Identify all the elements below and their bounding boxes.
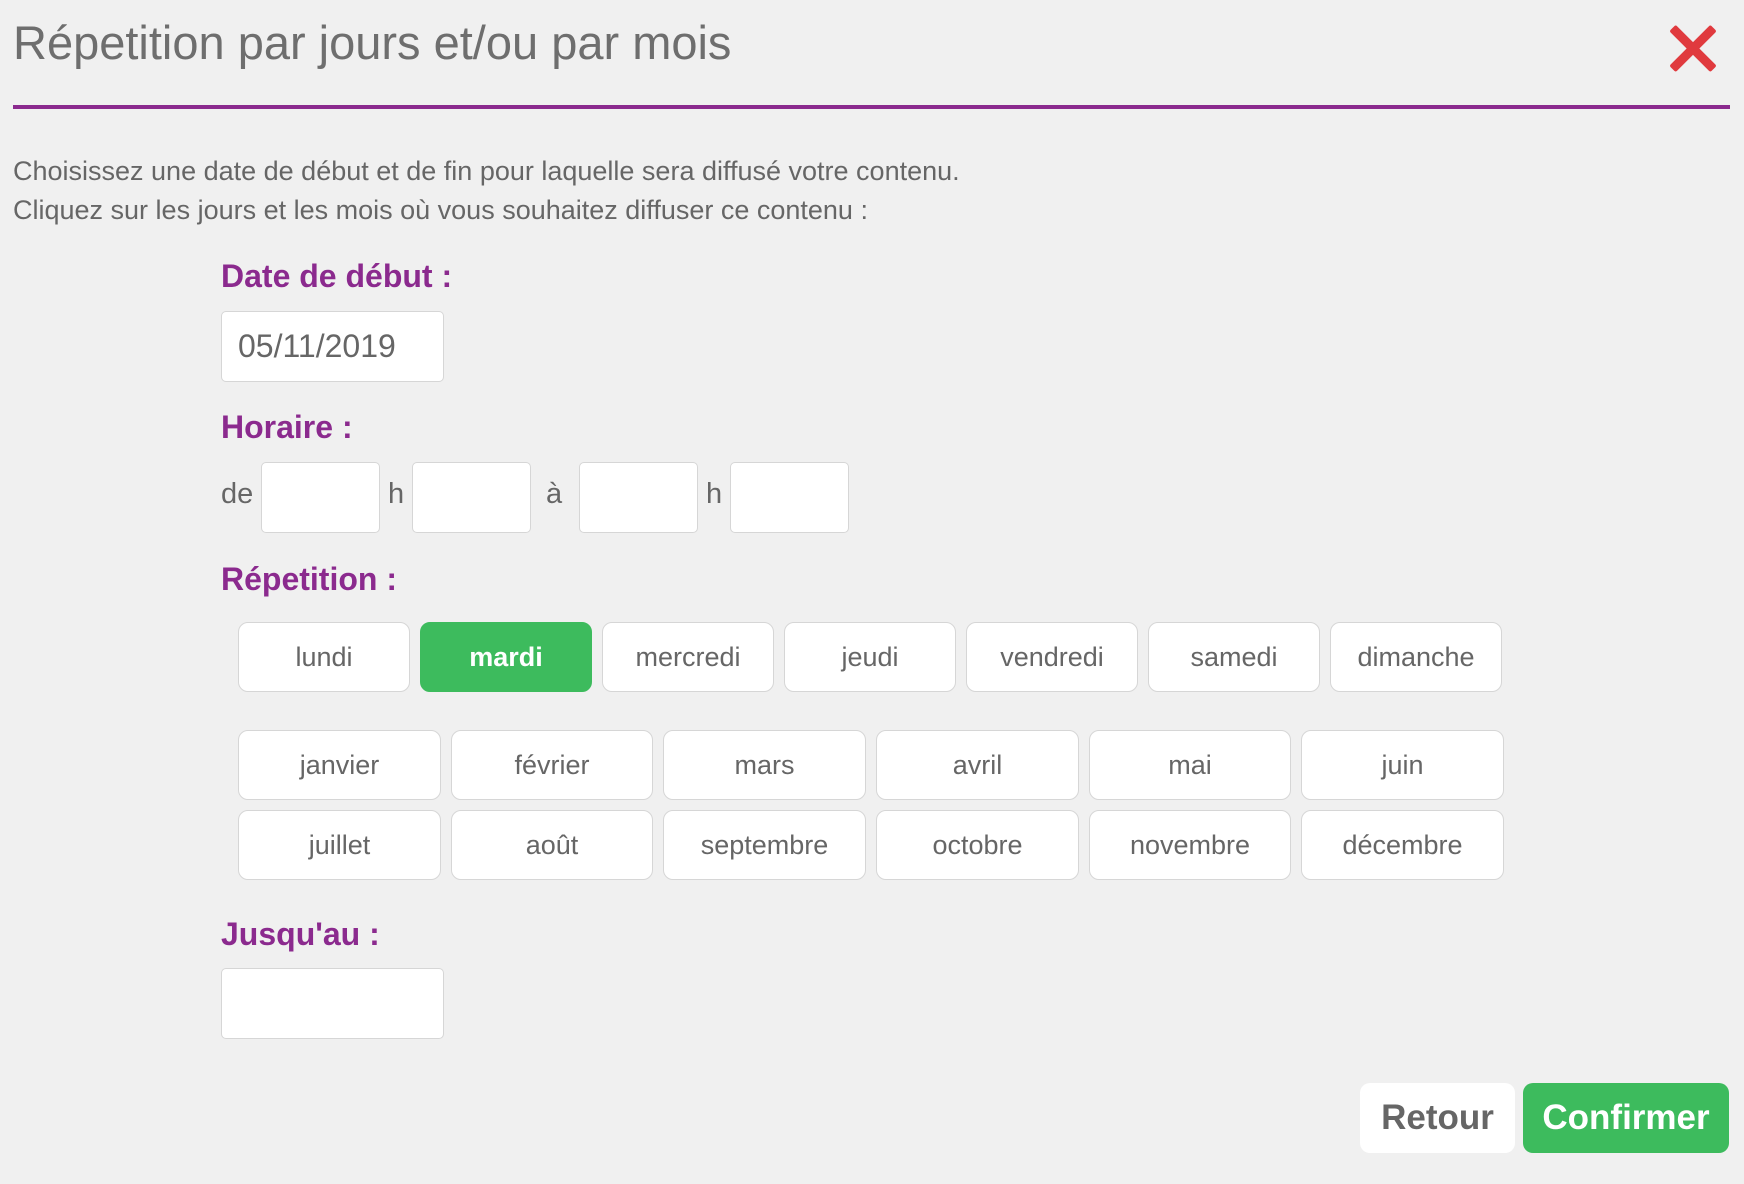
intro-line-1: Choisissez une date de début et de fin p…: [13, 156, 960, 186]
to-minute-input[interactable]: [730, 462, 849, 533]
schedule-hour-label-2: h: [706, 478, 723, 510]
repetition-label: Répetition :: [221, 561, 397, 597]
from-minute-input[interactable]: [412, 462, 531, 533]
day-chip[interactable]: lundi: [238, 622, 410, 692]
dialog-title: Répetition par jours et/ou par mois: [13, 16, 732, 69]
end-date-input[interactable]: [221, 968, 444, 1039]
day-chip[interactable]: dimanche: [1330, 622, 1502, 692]
day-chip[interactable]: mercredi: [602, 622, 774, 692]
title-divider: [13, 105, 1730, 109]
month-chip[interactable]: septembre: [663, 810, 866, 880]
schedule-label: Horaire :: [221, 409, 353, 445]
intro-text: Choisissez une date de début et de fin p…: [13, 152, 960, 230]
intro-line-2: Cliquez sur les jours et les mois où vou…: [13, 195, 868, 225]
month-chip[interactable]: novembre: [1089, 810, 1291, 880]
month-chip[interactable]: juillet: [238, 810, 441, 880]
day-chip[interactable]: jeudi: [784, 622, 956, 692]
schedule-to-label: à: [546, 478, 563, 510]
month-chip[interactable]: octobre: [876, 810, 1079, 880]
from-hour-input[interactable]: [261, 462, 380, 533]
month-chip[interactable]: décembre: [1301, 810, 1504, 880]
month-chip[interactable]: février: [451, 730, 653, 800]
month-chip[interactable]: juin: [1301, 730, 1504, 800]
start-date-label: Date de début :: [221, 258, 453, 294]
repetition-dialog: Répetition par jours et/ou par mois Choi…: [0, 0, 1744, 1184]
schedule-hour-label-1: h: [388, 478, 405, 510]
day-chip-selected[interactable]: mardi: [420, 622, 592, 692]
day-chip[interactable]: samedi: [1148, 622, 1320, 692]
day-chip[interactable]: vendredi: [966, 622, 1138, 692]
confirm-button[interactable]: Confirmer: [1523, 1083, 1729, 1153]
month-chip[interactable]: janvier: [238, 730, 441, 800]
end-date-label: Jusqu'au :: [221, 916, 380, 952]
start-date-input[interactable]: [221, 311, 444, 382]
month-chip[interactable]: mars: [663, 730, 866, 800]
month-chip[interactable]: mai: [1089, 730, 1291, 800]
to-hour-input[interactable]: [579, 462, 698, 533]
back-button[interactable]: Retour: [1360, 1083, 1515, 1153]
schedule-from-label: de: [221, 478, 254, 510]
month-chip[interactable]: avril: [876, 730, 1079, 800]
close-icon[interactable]: [1668, 24, 1718, 74]
month-chip[interactable]: août: [451, 810, 653, 880]
